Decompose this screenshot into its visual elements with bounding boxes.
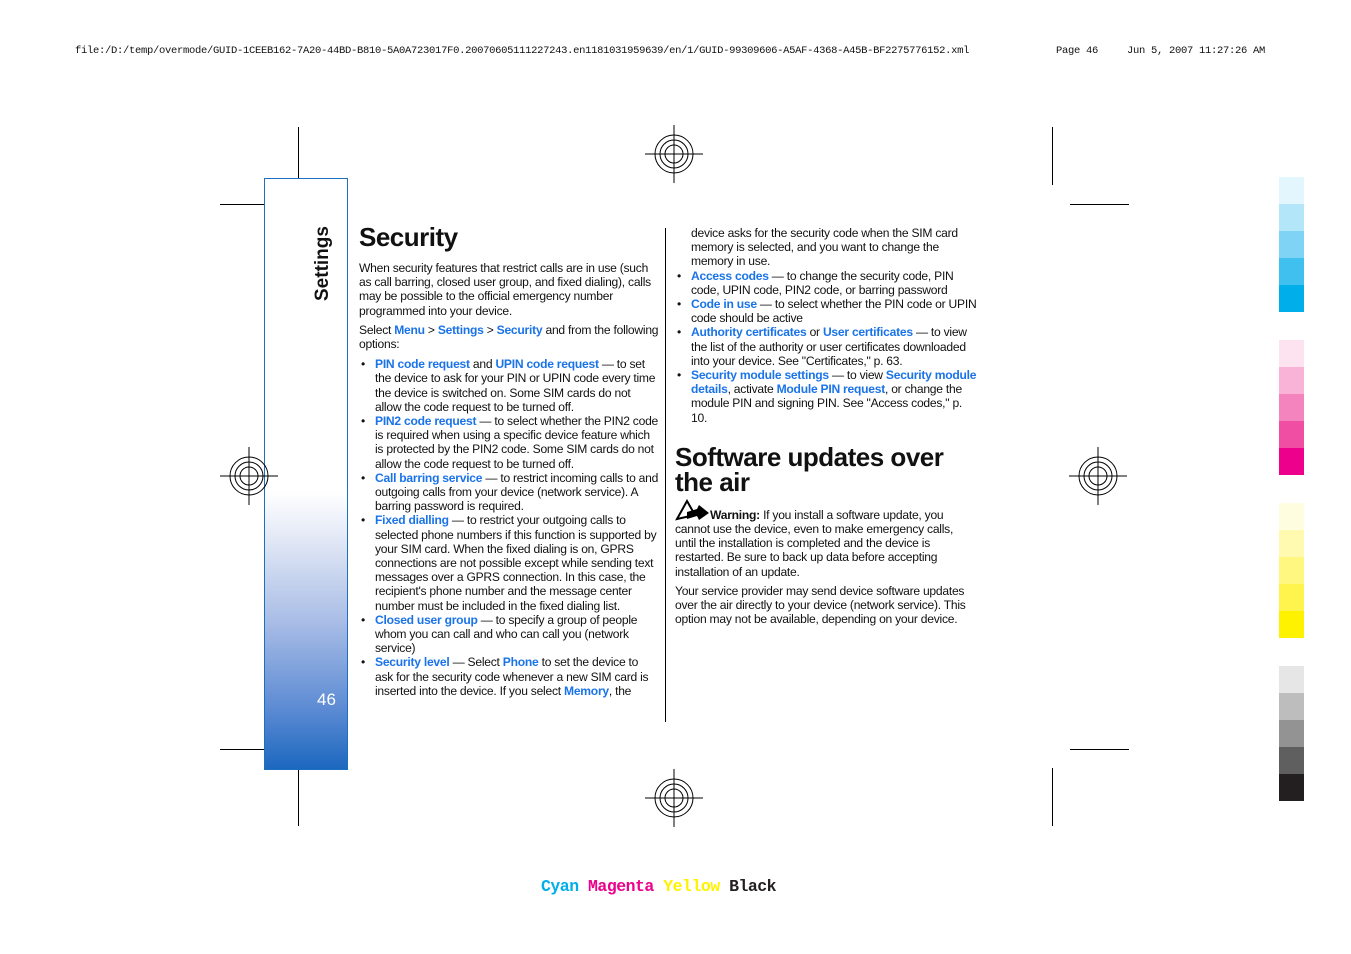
warning-label: Warning: — [710, 507, 760, 522]
text-run: When security features that restrict cal… — [359, 261, 651, 318]
black-label: Black — [729, 877, 777, 896]
menu-option-name: PIN2 code request — [375, 414, 477, 429]
list-item: PIN2 code request — to select whether th… — [361, 414, 659, 471]
list-item: Closed user group — to specify a group o… — [361, 612, 659, 656]
menu-path-paragraph: Select Menu > Settings > Security and fr… — [359, 323, 659, 351]
text-run: , activate — [727, 382, 777, 397]
section-title: Security — [359, 222, 458, 252]
text-run: — to restrict your outgoing calls to sel… — [375, 513, 657, 613]
menu-option-name: Module PIN request — [776, 382, 886, 397]
cyan-swatch — [1279, 177, 1304, 204]
menu-option-name: Access codes — [691, 268, 769, 283]
black-swatch — [1279, 774, 1304, 801]
magenta-swatch — [1279, 340, 1304, 367]
magenta-swatch — [1279, 394, 1304, 421]
cyan-swatch — [1279, 285, 1304, 312]
list-item: Code in use — to select whether the PIN … — [677, 297, 977, 325]
security-section: Security When security features that res… — [359, 222, 659, 698]
menu-option-name: User certificates — [822, 325, 913, 340]
registration-mark-icon — [645, 769, 703, 827]
menu-option-name: Settings — [437, 322, 484, 337]
menu-option-name: Code in use — [691, 297, 757, 312]
black-swatch — [1279, 693, 1304, 720]
yellow-label: Yellow — [663, 877, 720, 896]
cyan-swatch — [1279, 204, 1304, 231]
registration-mark-icon — [220, 447, 278, 505]
text-run: and — [469, 357, 496, 372]
yellow-swatch — [1279, 557, 1304, 584]
registration-mark-icon — [645, 125, 703, 183]
text-run: or — [806, 325, 823, 340]
options-list: PIN code request and UPIN code request —… — [359, 357, 659, 698]
magenta-swatch — [1279, 367, 1304, 394]
text-run: > — [424, 322, 438, 337]
section-title: Software updates over the air — [675, 441, 944, 497]
list-item: Call barring service — to restrict incom… — [361, 470, 659, 514]
list-item: Security module settings — to view Secur… — [677, 368, 977, 425]
menu-option-name: Phone — [502, 655, 539, 670]
menu-option-name: Memory — [564, 683, 609, 698]
continued-paragraph: device asks for the security code when t… — [675, 226, 977, 269]
menu-option-name: Fixed dialling — [375, 513, 449, 528]
menu-option-name: Call barring service — [375, 470, 483, 485]
menu-option-name: PIN code request — [375, 357, 470, 372]
list-item: Authority certificates or User certifica… — [677, 325, 977, 368]
column-divider — [665, 228, 666, 722]
options-list-continued: Access codes — to change the security co… — [675, 269, 977, 425]
menu-option-name: Security level — [375, 655, 450, 670]
text-run: , the — [608, 683, 632, 698]
menu-option-name: Closed user group — [375, 612, 478, 627]
cyan-swatch — [1279, 258, 1304, 285]
text-run: device asks for the security code when t… — [691, 226, 958, 269]
magenta-label: Magenta — [588, 877, 654, 896]
magenta-swatch — [1279, 448, 1304, 475]
cyan-label: Cyan — [541, 877, 579, 896]
menu-option-name: UPIN code request — [495, 357, 599, 372]
yellow-swatch — [1279, 584, 1304, 611]
intro-paragraph: When security features that restrict cal… — [359, 261, 659, 318]
yellow-swatch — [1279, 503, 1304, 530]
color-separation-labels: Cyan Magenta Yellow Black — [541, 877, 777, 896]
list-item: Fixed dialling — to restrict your outgoi… — [361, 513, 659, 613]
security-section-continued: device asks for the security code when t… — [675, 226, 977, 631]
text-run: — Select — [449, 655, 503, 670]
menu-option-name: Menu — [394, 322, 425, 337]
yellow-swatch — [1279, 611, 1304, 638]
body-paragraph: Your service provider may send device so… — [675, 584, 977, 627]
warning-icon — [675, 498, 709, 521]
text-run: > — [483, 322, 497, 337]
black-swatch — [1279, 720, 1304, 747]
list-item: Security level — Select Phone to set the… — [361, 655, 659, 698]
menu-option-name: Authority certificates — [691, 325, 807, 340]
magenta-swatch — [1279, 421, 1304, 448]
list-item: PIN code request and UPIN code request —… — [361, 357, 659, 414]
text-run: — to view — [828, 368, 886, 383]
text-run: Select — [359, 322, 395, 337]
menu-option-name: Security module settings — [691, 368, 829, 383]
text-run: Your service provider may send device so… — [675, 583, 966, 627]
black-swatch — [1279, 666, 1304, 693]
registration-mark-icon — [1069, 447, 1127, 505]
menu-option-name: Security — [496, 322, 543, 337]
warning-paragraph: Warning: If you install a software updat… — [675, 498, 977, 579]
cyan-swatch — [1279, 231, 1304, 258]
list-item: Access codes — to change the security co… — [677, 268, 977, 297]
black-swatch — [1279, 747, 1304, 774]
yellow-swatch — [1279, 530, 1304, 557]
